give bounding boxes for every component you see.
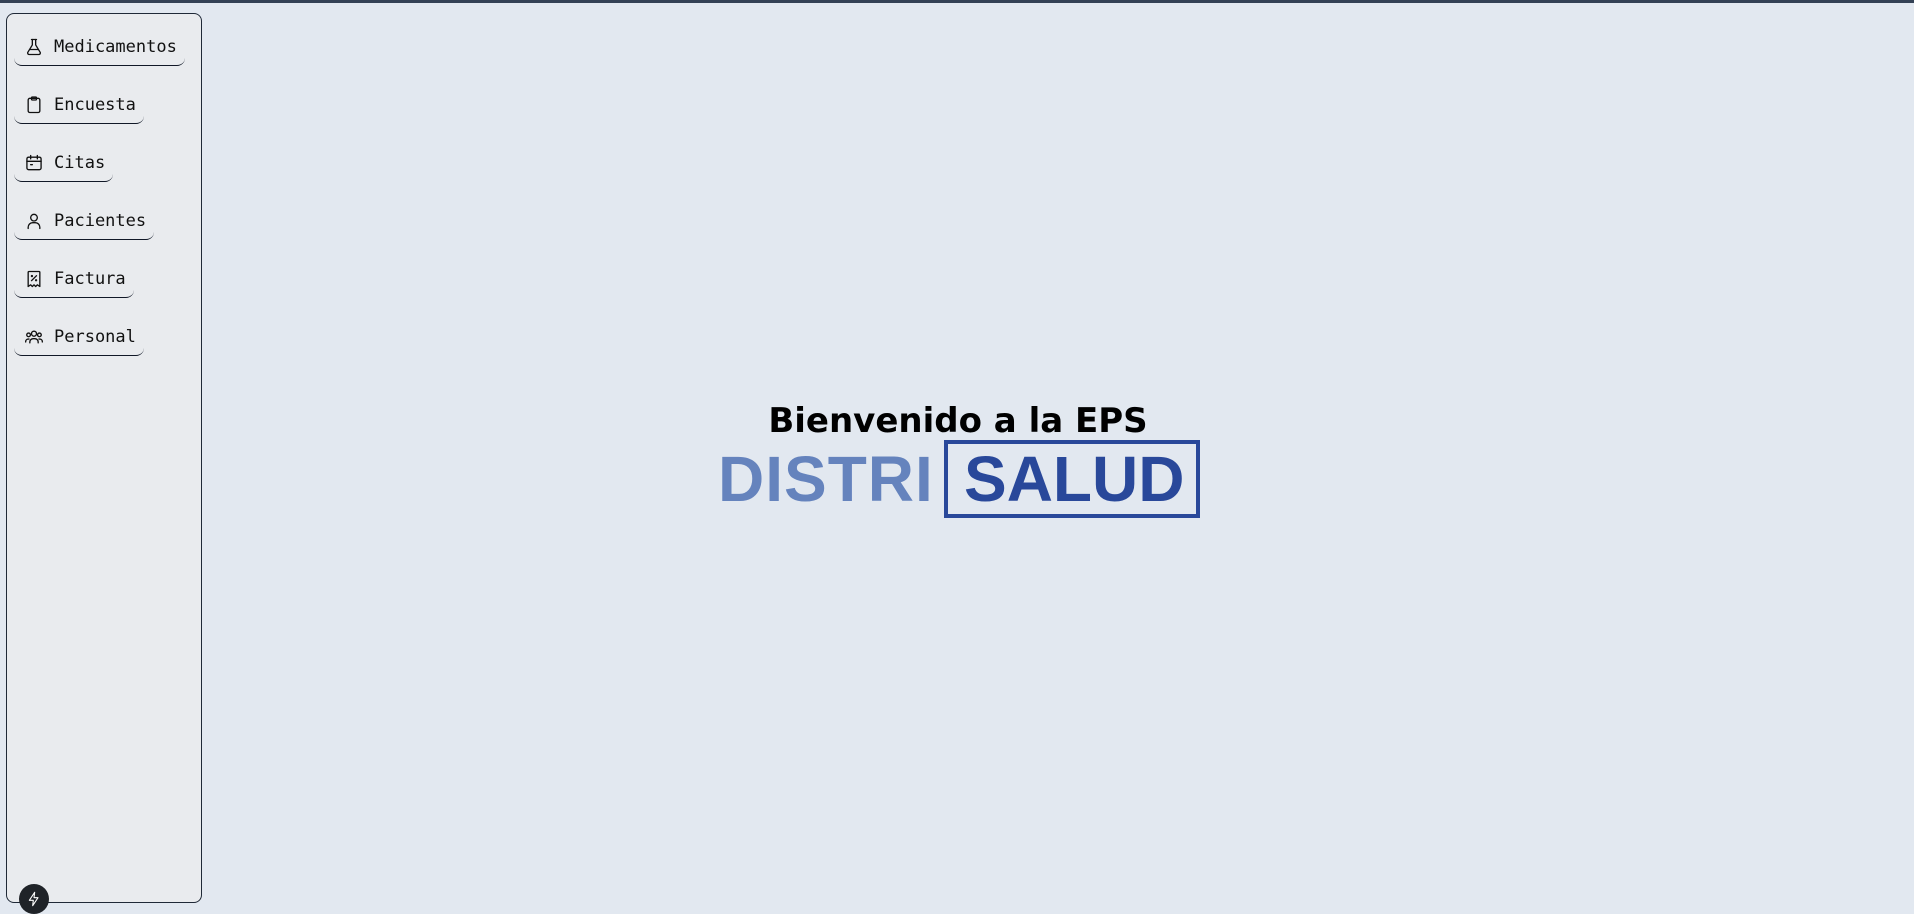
- calendar-icon: [23, 152, 45, 174]
- sidebar-item-label: Pacientes: [54, 210, 147, 231]
- sidebar-item-pacientes[interactable]: Pacientes: [14, 202, 155, 240]
- top-border: [0, 0, 1914, 3]
- sidebar-item-medicamentos[interactable]: Medicamentos: [14, 28, 185, 66]
- sidebar-item-factura[interactable]: Factura: [14, 260, 134, 298]
- receipt-percent-icon: [23, 268, 45, 290]
- flask-icon: [23, 36, 45, 58]
- logo-distri-text: DISTRI: [718, 443, 934, 515]
- sidebar: Medicamentos Encuesta Citas Pacientes Fa…: [6, 13, 202, 914]
- sidebar-item-label: Citas: [54, 152, 106, 173]
- sidebar-item-label: Personal: [54, 326, 136, 347]
- sidebar-item-personal[interactable]: Personal: [14, 318, 144, 356]
- distrisalud-logo: DISTRI SALUD: [718, 440, 1200, 518]
- sidebar-item-citas[interactable]: Citas: [14, 144, 114, 182]
- logo-salud-text: SALUD: [964, 443, 1185, 515]
- sidebar-item-encuesta[interactable]: Encuesta: [14, 86, 144, 124]
- sidebar-nav: Medicamentos Encuesta Citas Pacientes Fa…: [14, 28, 185, 376]
- sidebar-item-label: Factura: [54, 268, 126, 289]
- bolt-button[interactable]: [19, 884, 49, 914]
- user-icon: [23, 210, 45, 232]
- sidebar-item-label: Encuesta: [54, 94, 136, 115]
- logo-salud-box: SALUD: [944, 440, 1200, 518]
- sidebar-item-label: Medicamentos: [54, 36, 177, 57]
- welcome-title: Bienvenido a la EPS: [768, 401, 1148, 441]
- bolt-icon: [28, 891, 39, 907]
- users-group-icon: [23, 326, 45, 348]
- welcome-block: Bienvenido a la EPS: [718, 396, 1198, 446]
- clipboard-icon: [23, 94, 45, 116]
